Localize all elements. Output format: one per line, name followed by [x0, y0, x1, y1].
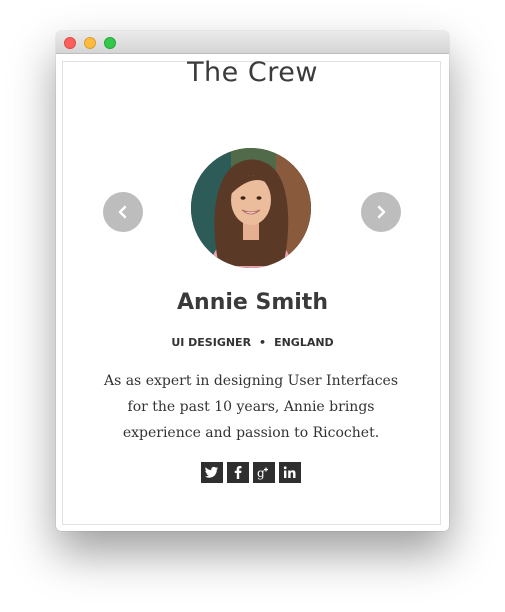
member-role: UI DESIGNER	[171, 336, 252, 349]
next-member-button[interactable]	[361, 192, 401, 232]
minimize-window-button[interactable]	[84, 37, 96, 49]
member-name: Annie Smith	[177, 290, 328, 315]
previous-member-button[interactable]	[103, 192, 143, 232]
svg-text:g: g	[257, 466, 265, 480]
section-title: The Crew	[187, 57, 318, 88]
window-titlebar	[56, 31, 449, 54]
member-bio: As as expert in designing User Interface…	[103, 373, 399, 441]
member-meta: UI DESIGNER • ENGLAND	[0, 336, 505, 350]
member-location: ENGLAND	[274, 336, 334, 349]
zoom-window-button[interactable]	[104, 37, 116, 49]
google-plus-link[interactable]: g	[253, 462, 275, 483]
close-window-button[interactable]	[64, 37, 76, 49]
member-avatar	[191, 148, 311, 268]
facebook-link[interactable]	[227, 462, 249, 483]
meta-separator: •	[259, 336, 267, 349]
linkedin-link[interactable]	[279, 462, 301, 483]
browser-window	[56, 31, 449, 531]
twitter-link[interactable]	[201, 462, 223, 483]
